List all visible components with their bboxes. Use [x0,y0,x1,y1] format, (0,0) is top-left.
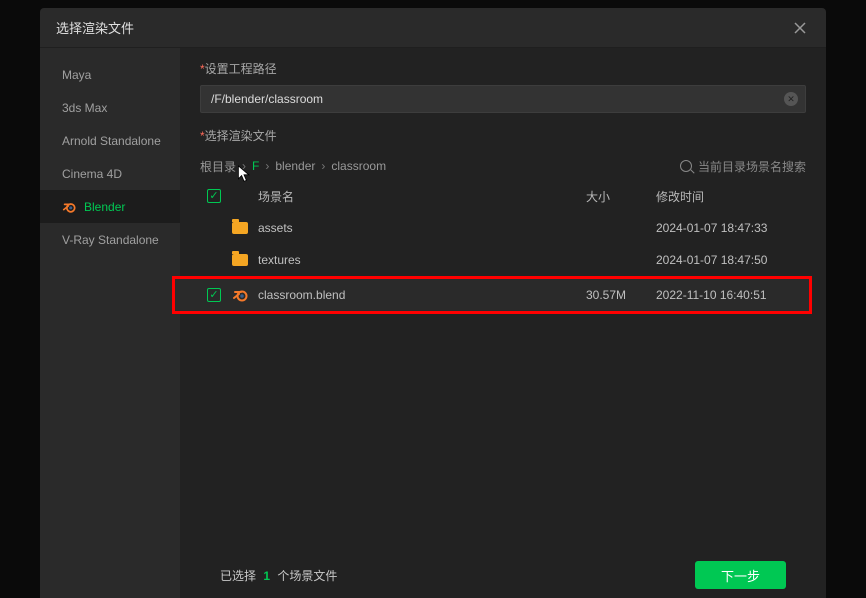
main-panel: *设置工程路径 ✕ *选择渲染文件 根目录 › F › blender › cl… [180,48,826,598]
renderer-sidebar: Maya 3ds Max Arnold Standalone Cinema 4D… [40,48,180,598]
dialog-body: Maya 3ds Max Arnold Standalone Cinema 4D… [40,48,826,598]
sidebar-item-vray[interactable]: V-Ray Standalone [40,223,180,256]
file-name: assets [258,221,293,235]
breadcrumb: 根目录 › F › blender › classroom 当前目录场景名搜索 [200,152,806,180]
table-row[interactable]: assets 2024-01-07 18:47:33 [200,212,806,244]
sidebar-item-label: Blender [84,200,125,214]
chevron-right-icon: › [242,159,246,173]
dialog-title: 选择渲染文件 [56,18,134,37]
file-select-dialog: 选择渲染文件 Maya 3ds Max Arnold Standalone Ci… [40,8,826,598]
sidebar-item-c4d[interactable]: Cinema 4D [40,157,180,190]
path-input-wrap: ✕ [200,85,806,113]
search-placeholder: 当前目录场景名搜索 [698,158,806,175]
file-size: 30.57M [586,288,656,302]
sidebar-item-blender[interactable]: Blender [40,190,180,223]
breadcrumb-f[interactable]: F [252,159,259,173]
filelist-label: *选择渲染文件 [200,127,806,144]
chevron-right-icon: › [321,159,325,173]
file-name: textures [258,253,301,267]
path-label: *设置工程路径 [200,60,806,77]
file-date: 2024-01-07 18:47:33 [656,221,806,235]
col-name-header[interactable]: 场景名 [228,188,586,205]
search-icon [680,160,692,172]
clear-path-icon[interactable]: ✕ [784,92,798,106]
close-icon[interactable] [790,18,810,38]
file-table: 场景名 大小 修改时间 assets 2024-01-07 18:47:33 [200,180,806,552]
sidebar-item-label: 3ds Max [62,101,107,115]
select-all-checkbox[interactable] [207,189,221,203]
project-path-input[interactable] [200,85,806,113]
sidebar-item-3dsmax[interactable]: 3ds Max [40,91,180,124]
blender-icon [62,200,76,214]
sidebar-item-maya[interactable]: Maya [40,58,180,91]
sidebar-item-arnold[interactable]: Arnold Standalone [40,124,180,157]
breadcrumb-root[interactable]: 根目录 [200,158,236,175]
folder-icon [232,222,248,234]
col-size-header[interactable]: 大小 [586,188,656,205]
blender-file-icon [232,287,248,303]
file-date: 2022-11-10 16:40:51 [656,288,806,302]
file-name: classroom.blend [258,288,345,302]
file-table-header: 场景名 大小 修改时间 [200,180,806,212]
col-date-header[interactable]: 修改时间 [656,188,806,205]
search-scene[interactable]: 当前目录场景名搜索 [680,158,806,175]
chevron-right-icon: › [265,159,269,173]
dialog-footer: 已选择 1 个场景文件 下一步 [200,552,806,598]
sidebar-item-label: Cinema 4D [62,167,122,181]
table-row[interactable]: classroom.blend 30.57M 2022-11-10 16:40:… [172,276,812,314]
file-date: 2024-01-07 18:47:50 [656,253,806,267]
next-button[interactable]: 下一步 [695,561,786,589]
selected-count: 已选择 1 个场景文件 [220,567,337,584]
breadcrumb-blender[interactable]: blender [275,159,315,173]
folder-icon [232,254,248,266]
breadcrumb-classroom[interactable]: classroom [331,159,386,173]
sidebar-item-label: Arnold Standalone [62,134,161,148]
titlebar: 选择渲染文件 [40,8,826,48]
sidebar-item-label: V-Ray Standalone [62,233,159,247]
table-row[interactable]: textures 2024-01-07 18:47:50 [200,244,806,276]
sidebar-item-label: Maya [62,68,91,82]
row-checkbox[interactable] [207,288,221,302]
